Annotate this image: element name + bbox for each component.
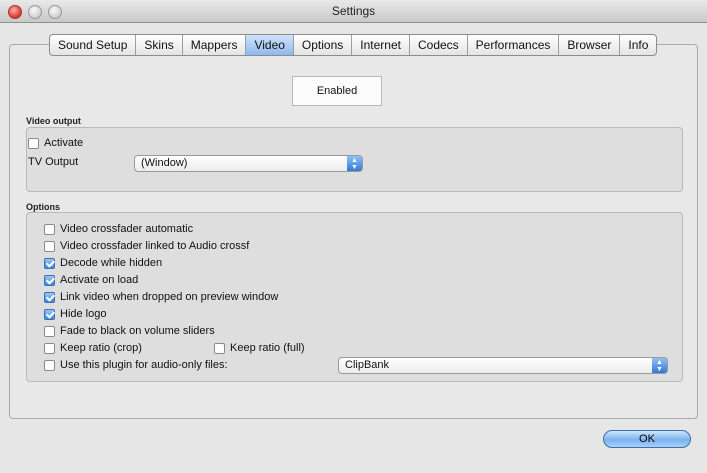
hide-logo-label: Hide logo (60, 308, 107, 320)
activate-on-load-label: Activate on load (60, 274, 139, 286)
decode-while-hidden-checkbox[interactable] (44, 257, 55, 269)
keep-ratio-full-row[interactable]: Keep ratio (full) (214, 341, 305, 355)
tab-sound-setup[interactable]: Sound Setup (50, 35, 137, 55)
link-video-preview-label: Link video when dropped on preview windo… (60, 291, 279, 303)
audio-only-row[interactable]: Use this plugin for audio-only files: (44, 358, 228, 372)
tv-output-label: TV Output (28, 156, 79, 168)
tab-info[interactable]: Info (620, 35, 656, 55)
activate-row[interactable]: Activate (28, 136, 83, 150)
tab-mappers[interactable]: Mappers (183, 35, 247, 55)
tab-codecs[interactable]: Codecs (410, 35, 468, 55)
tab-bar: Sound Setup Skins Mappers Video Options … (49, 34, 658, 56)
keep-ratio-full-checkbox[interactable] (214, 342, 225, 354)
audio-only-plugin-select[interactable]: ClipBank ▲ ▼ (338, 357, 668, 374)
video-output-title: Video output (26, 116, 81, 126)
activate-label: Activate (44, 137, 84, 149)
hide-logo-row[interactable]: Hide logo (44, 307, 106, 321)
tab-skins[interactable]: Skins (136, 35, 183, 55)
fade-to-black-label: Fade to black on volume sliders (60, 325, 215, 337)
close-window-icon[interactable] (8, 5, 22, 19)
keep-ratio-full-label: Keep ratio (full) (230, 342, 305, 354)
keep-ratio-crop-row[interactable]: Keep ratio (crop) (44, 341, 142, 355)
activate-on-load-row[interactable]: Activate on load (44, 273, 138, 287)
tv-output-value: (Window) (141, 157, 188, 169)
select-arrows-icon: ▲ ▼ (652, 358, 667, 373)
zoom-window-icon[interactable] (48, 5, 62, 19)
options-title: Options (26, 202, 60, 212)
tab-internet[interactable]: Internet (352, 35, 410, 55)
audio-only-plugin-value: ClipBank (345, 359, 390, 371)
select-arrows-icon: ▲ ▼ (347, 156, 362, 171)
tv-output-select[interactable]: (Window) ▲ ▼ (134, 155, 363, 172)
activate-checkbox[interactable] (28, 137, 39, 149)
crossfader-automatic-label: Video crossfader automatic (60, 223, 194, 235)
tab-options[interactable]: Options (294, 35, 353, 55)
crossfader-linked-label: Video crossfader linked to Audio crossf (60, 240, 250, 252)
window-title: Settings (331, 4, 376, 18)
fade-to-black-checkbox[interactable] (44, 325, 55, 337)
decode-while-hidden-label: Decode while hidden (60, 257, 163, 269)
keep-ratio-crop-checkbox[interactable] (44, 342, 55, 354)
crossfader-automatic-checkbox[interactable] (44, 223, 55, 235)
activate-on-load-checkbox[interactable] (44, 274, 55, 286)
hide-logo-checkbox[interactable] (44, 308, 55, 320)
keep-ratio-crop-label: Keep ratio (crop) (60, 342, 142, 354)
enabled-button[interactable]: Enabled (292, 76, 382, 106)
ok-button[interactable]: OK (603, 430, 691, 448)
crossfader-linked-row[interactable]: Video crossfader linked to Audio crossf (44, 239, 249, 253)
tab-video[interactable]: Video (246, 35, 294, 55)
decode-while-hidden-row[interactable]: Decode while hidden (44, 256, 162, 270)
link-video-preview-checkbox[interactable] (44, 291, 55, 303)
tab-performances[interactable]: Performances (468, 35, 560, 55)
fade-to-black-row[interactable]: Fade to black on volume sliders (44, 324, 215, 338)
title-bar: Settings (0, 0, 707, 23)
audio-only-label: Use this plugin for audio-only files: (60, 359, 228, 371)
link-video-preview-row[interactable]: Link video when dropped on preview windo… (44, 290, 278, 304)
crossfader-linked-checkbox[interactable] (44, 240, 55, 252)
minimize-window-icon[interactable] (28, 5, 42, 19)
tab-browser[interactable]: Browser (559, 35, 621, 55)
audio-only-checkbox[interactable] (44, 359, 55, 371)
crossfader-automatic-row[interactable]: Video crossfader automatic (44, 222, 193, 236)
